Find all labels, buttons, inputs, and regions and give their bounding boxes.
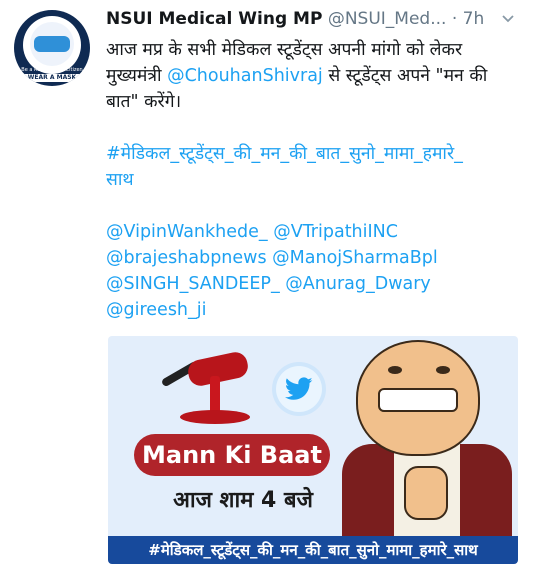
mention-line: @gireesh_ji — [106, 297, 526, 323]
avatar-tagline: Be a Responsible Citizen — [21, 67, 83, 73]
cartoon-teeth — [378, 388, 458, 412]
separator-dot: · — [451, 9, 458, 29]
card-subtitle: आज शाम 4 बजे — [173, 488, 313, 513]
mention-link[interactable]: @VipinWankhede_ — [106, 222, 268, 242]
mention-link[interactable]: @Anurag_Dwary — [285, 274, 431, 294]
tweet-text-line: मुख्यमंत्री @ChouhanShivraj से स्टूडेंट्… — [106, 63, 526, 89]
tweet-text: आज मप्र के सभी मेडिकल स्टूडेंट्स अपनी मा… — [106, 37, 526, 323]
tweet-text-segment: बात" करेंगे। — [106, 92, 182, 112]
mention-line: @brajeshabpnews @ManojSharmaBpl — [106, 245, 526, 271]
hashtag-line[interactable]: साथ — [106, 167, 526, 193]
tweet-header: NSUI Medical Wing MP @NSUI_Med... · 7h — [106, 9, 526, 35]
mic-base — [180, 410, 250, 424]
tweet-text-lines: आज मप्र के सभी मेडिकल स्टूडेंट्स अपनी मा… — [106, 37, 526, 115]
tweet-text-segment: से स्टूडेंट्स अपने "मन की — [322, 66, 488, 86]
mention-link[interactable]: @brajeshabpnews — [106, 248, 267, 268]
chevron-down-icon[interactable] — [501, 12, 515, 26]
mention-link[interactable]: @VTripathiINC — [273, 222, 398, 242]
tweet-text-line: बात" करेंगे। — [106, 89, 526, 115]
tweet-text-line: आज मप्र के सभी मेडिकल स्टूडेंट्स अपनी मा… — [106, 37, 526, 63]
card-banner-hashtag: #मेडिकल_स्टूडेंट्स_की_मन_की_बात_सुनो_माम… — [108, 536, 518, 564]
tweet-mentions: @VipinWankhede_ @VTripathiINC @brajeshabp… — [106, 219, 526, 323]
cartoon-eye-right — [436, 366, 450, 374]
mann-ki-baat-pill: Mann Ki Baat — [134, 434, 330, 476]
author-name[interactable]: NSUI Medical Wing MP — [106, 9, 322, 29]
tweet-text-segment: मुख्यमंत्री — [106, 66, 168, 86]
author-handle[interactable]: @NSUI_Med... — [328, 9, 447, 29]
hashtag-line[interactable]: #मेडिकल_स्टूडेंट्स_की_मन_की_बात_सुनो_माम… — [106, 141, 526, 167]
mention-link[interactable]: @gireesh_ji — [106, 300, 207, 320]
avatar-wear-mask-text: WEAR A MASK — [22, 74, 82, 82]
tweet-hashtag[interactable]: #मेडिकल_स्टूडेंट्स_की_मन_की_बात_सुनो_माम… — [106, 141, 526, 193]
mention-link[interactable]: @ManojSharmaBpl — [272, 248, 438, 268]
twitter-bird-icon — [276, 366, 322, 412]
mic-stand — [210, 376, 220, 414]
mention-link[interactable]: @SINGH_SANDEEP_ — [106, 274, 280, 294]
mention-link[interactable]: @ChouhanShivraj — [167, 66, 323, 86]
avatar[interactable]: Be a Responsible Citizen WEAR A MASK — [14, 10, 90, 86]
cartoon-eye-left — [388, 366, 402, 374]
mention-line: @SINGH_SANDEEP_ @Anurag_Dwary — [106, 271, 526, 297]
mask-icon — [34, 36, 70, 52]
tweet-media-image[interactable]: Mann Ki Baat आज शाम 4 बजे #मेडिकल_स्टूडे… — [108, 336, 518, 564]
tweet-time[interactable]: 7h — [463, 9, 485, 29]
mention-line: @VipinWankhede_ @VTripathiINC — [106, 219, 526, 245]
tweet-text-segment: आज मप्र के सभी मेडिकल स्टूडेंट्स अपनी मा… — [106, 40, 463, 60]
cartoon-folded-hands — [404, 466, 448, 520]
